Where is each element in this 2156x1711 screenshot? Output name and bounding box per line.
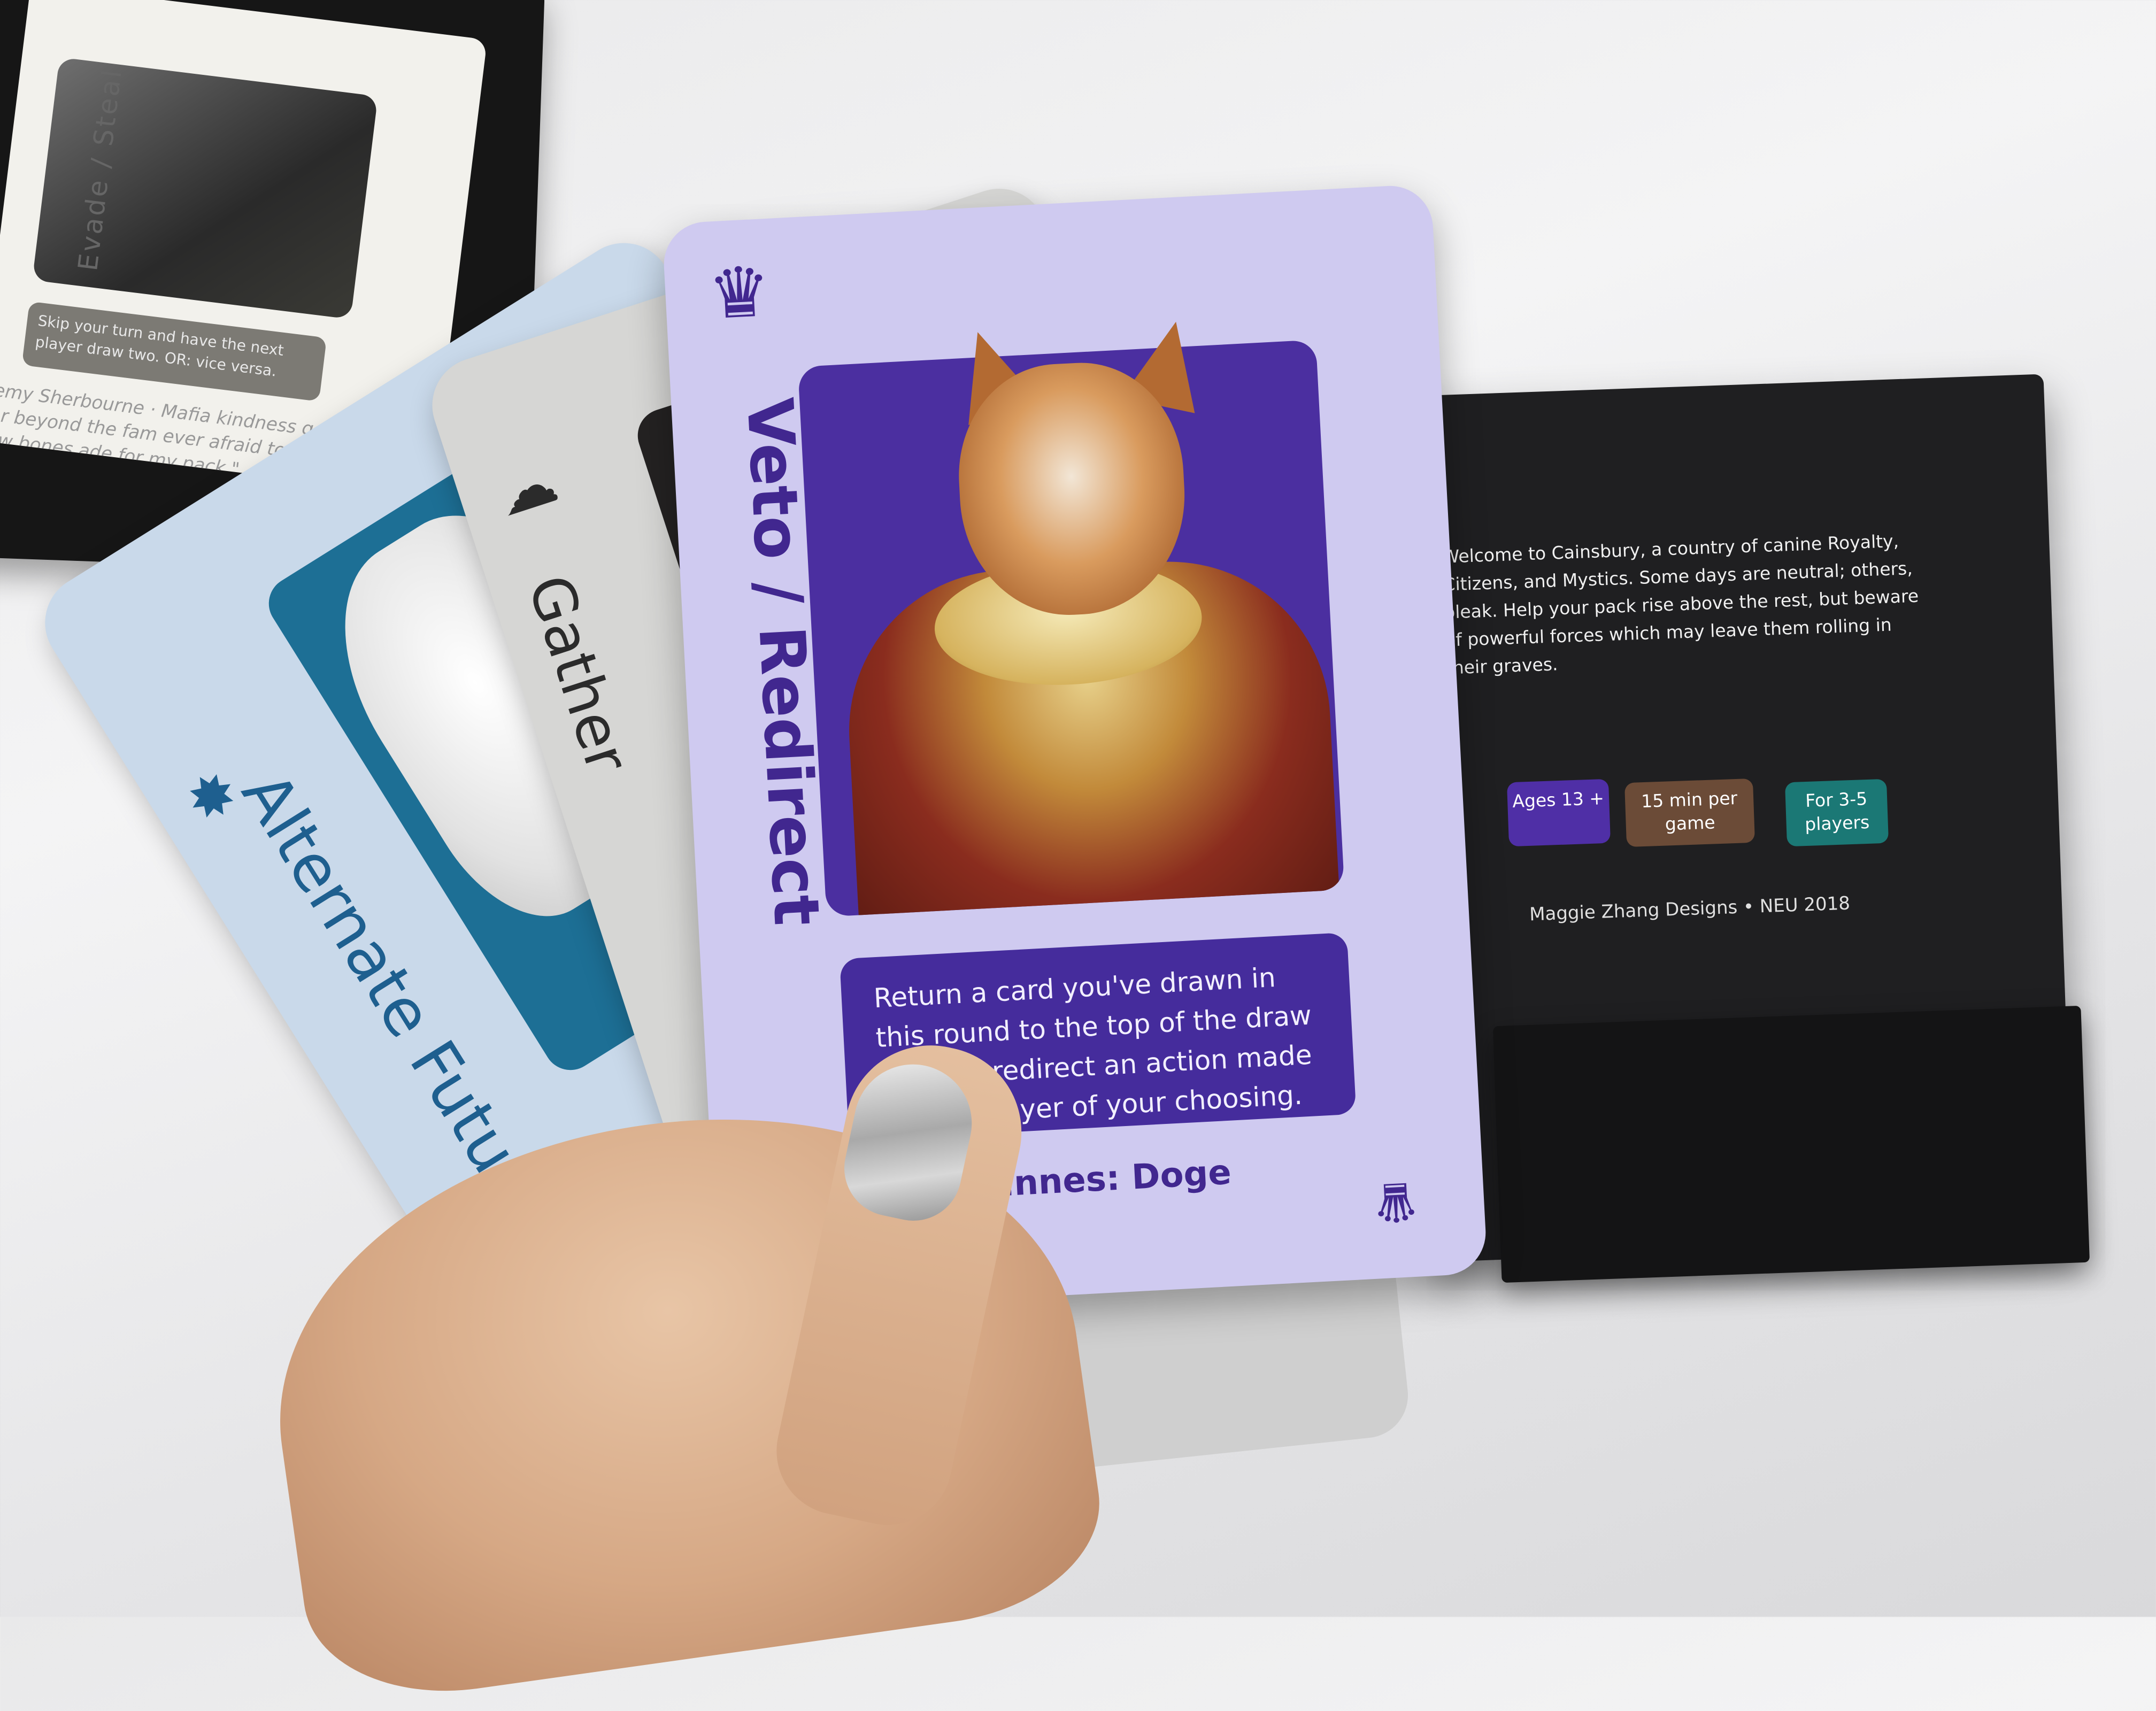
card-description: Skip your turn and have the next player …: [34, 311, 285, 380]
card-credit: Innes: Doge: [1000, 1152, 1233, 1205]
badge-players: For 3-5 players: [1784, 779, 1889, 847]
badge-ages: Ages 13 +: [1506, 779, 1611, 847]
game-box-flap: [1492, 1005, 2090, 1283]
crown-icon: ♛: [706, 250, 773, 335]
box-intro-text: Welcome to Cainsbury, a country of canin…: [1441, 530, 1919, 679]
badge-time: 15 min per game: [1624, 778, 1755, 847]
sheep-icon: ☁: [488, 446, 566, 530]
crown-icon-bottom: ♛: [1370, 1169, 1421, 1235]
